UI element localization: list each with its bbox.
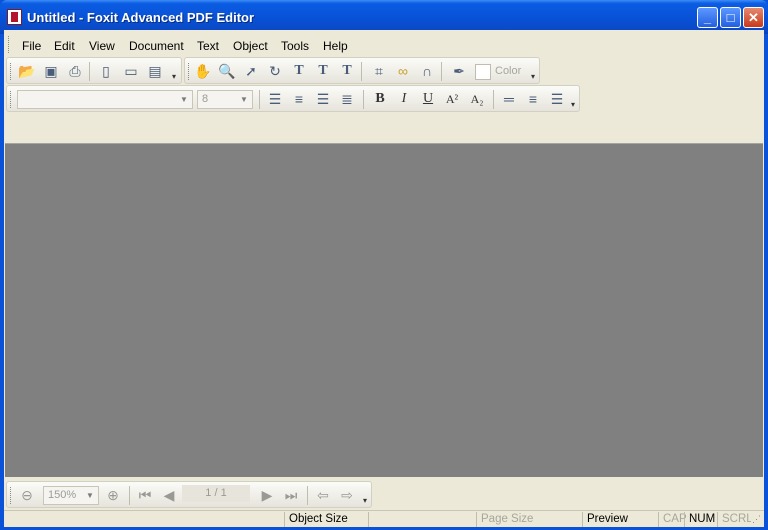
open-icon[interactable]: 📂 (17, 62, 37, 81)
status-object-size: Object Size (284, 512, 368, 527)
path-tool-icon[interactable]: ∩ (417, 62, 437, 81)
next-page-icon[interactable]: ▶ (257, 486, 277, 505)
zoom-tool-icon[interactable]: 🔍 (217, 62, 237, 81)
status-cap: CAP (658, 512, 687, 527)
status-scrl: SCRL (717, 512, 751, 527)
toolbar-separator (259, 90, 260, 109)
toolbar-overflow-chevron[interactable]: ▾ (531, 73, 539, 81)
superscript-icon[interactable]: A² (442, 90, 462, 109)
text-numbering-icon[interactable]: T (337, 62, 357, 81)
tools-toolbar: ✋ 🔍 ➚ ↻ T T T ⌗ ∞ ∩ ✒ Color ▾ (184, 57, 540, 84)
menu-document[interactable]: Document (129, 39, 184, 53)
bold-icon[interactable]: B (370, 90, 390, 109)
toolbar-grip[interactable] (10, 487, 12, 504)
align-left-icon[interactable]: ☰ (265, 90, 285, 109)
toolbar-separator (493, 90, 494, 109)
align-center-icon[interactable]: ≡ (289, 90, 309, 109)
zoom-out-icon[interactable]: ⊖ (17, 486, 37, 505)
previous-view-icon[interactable]: ⇦ (313, 486, 333, 505)
format-toolbar: ▼ 8 ▼ ☰ ≡ ☰ ≣ B I U A² A₂ ═ ≡ ☰ ▾ (6, 85, 580, 112)
status-num: NUM (684, 512, 717, 527)
toolbar-grip[interactable] (10, 91, 12, 108)
font-size-combo[interactable]: 8 ▼ (197, 90, 253, 109)
toolbar-separator (307, 486, 308, 505)
document-canvas[interactable] (5, 143, 763, 477)
file-toolbar: 📂 ▣ ⎙ ▯ ▭ ▤ ▾ (6, 57, 182, 84)
status-bar: Object Size Page Size Preview CAP NUM SC… (4, 510, 764, 527)
select-arrow-icon[interactable]: ➚ (241, 62, 261, 81)
menu-text[interactable]: Text (197, 39, 219, 53)
last-page-icon[interactable]: ⏭ (281, 486, 301, 505)
italic-icon[interactable]: I (394, 90, 414, 109)
toolbar-grip[interactable] (10, 63, 12, 80)
next-view-icon[interactable]: ⇨ (337, 486, 357, 505)
align-right-icon[interactable]: ☰ (313, 90, 333, 109)
rotate-icon[interactable]: ↻ (265, 62, 285, 81)
window-title: Untitled - Foxit Advanced PDF Editor (27, 10, 255, 25)
toolbar-separator (363, 90, 364, 109)
first-page-icon[interactable]: ⏮ (135, 486, 155, 505)
minimize-button[interactable]: _ (697, 7, 718, 28)
client-area: File Edit View Document Text Object Tool… (4, 30, 764, 527)
previous-page-icon[interactable]: ◀ (159, 486, 179, 505)
menu-help[interactable]: Help (323, 39, 348, 53)
menu-edit[interactable]: Edit (54, 39, 75, 53)
status-spacer (368, 512, 476, 527)
line-spacing-3-icon[interactable]: ☰ (547, 90, 567, 109)
font-name-combo[interactable]: ▼ (17, 90, 193, 109)
menu-tools[interactable]: Tools (281, 39, 309, 53)
crop-icon[interactable]: ⌗ (369, 62, 389, 81)
chevron-down-icon[interactable]: ▼ (178, 91, 190, 108)
print-icon[interactable]: ⎙ (65, 62, 85, 81)
zoom-value: 150% (48, 489, 77, 501)
line-spacing-2-icon[interactable]: ≡ (523, 90, 543, 109)
color-label[interactable]: Color (495, 65, 521, 77)
toolbar-grip[interactable] (188, 63, 190, 80)
foxit-app-icon[interactable] (7, 9, 22, 25)
title-bar[interactable]: Untitled - Foxit Advanced PDF Editor _ □… (0, 0, 768, 34)
toolbar-separator (361, 62, 362, 81)
eyedropper-icon[interactable]: ✒ (449, 62, 469, 81)
page-setup-icon[interactable]: ▭ (121, 62, 141, 81)
toolbar-overflow-chevron[interactable]: ▾ (172, 73, 180, 81)
menu-file[interactable]: File (22, 39, 41, 53)
toolbar-overflow-chevron[interactable]: ▾ (363, 497, 371, 505)
toolbar-overflow-chevron[interactable]: ▾ (571, 101, 579, 109)
toolbar-separator (89, 62, 90, 81)
new-document-icon[interactable]: ▯ (96, 62, 116, 81)
text-tool-icon[interactable]: T (289, 62, 309, 81)
underline-icon[interactable]: U (418, 90, 438, 109)
chevron-down-icon[interactable]: ▼ (238, 91, 250, 108)
hand-tool-icon[interactable]: ✋ (193, 62, 213, 81)
menu-view[interactable]: View (89, 39, 115, 53)
chevron-down-icon[interactable]: ▼ (84, 487, 96, 504)
menubar-grip[interactable] (8, 36, 10, 53)
toolbar-separator (129, 486, 130, 505)
zoom-combo[interactable]: 150% ▼ (43, 486, 99, 505)
close-button[interactable]: ✕ (743, 7, 764, 28)
page-number-field[interactable]: 1 / 1 (182, 485, 250, 502)
subscript-icon[interactable]: A₂ (467, 90, 487, 109)
menu-bar: File Edit View Document Text Object Tool… (4, 32, 764, 56)
save-icon[interactable]: ▣ (41, 62, 61, 81)
menu-object[interactable]: Object (233, 39, 268, 53)
page-properties-icon[interactable]: ▤ (145, 62, 165, 81)
maximize-button[interactable]: □ (720, 7, 741, 28)
line-spacing-1-icon[interactable]: ═ (499, 90, 519, 109)
app-window: Untitled - Foxit Advanced PDF Editor _ □… (0, 0, 768, 530)
color-swatch[interactable] (475, 64, 491, 80)
link-icon[interactable]: ∞ (393, 62, 413, 81)
toolbar-separator (441, 62, 442, 81)
zoom-in-icon[interactable]: ⊕ (103, 486, 123, 505)
status-page-size: Page Size (476, 512, 582, 527)
status-preview: Preview (582, 512, 658, 527)
resize-grip-icon[interactable]: ⋰ (752, 514, 761, 525)
justify-icon[interactable]: ≣ (337, 90, 357, 109)
add-text-icon[interactable]: T (313, 62, 333, 81)
font-size-value: 8 (202, 93, 209, 105)
